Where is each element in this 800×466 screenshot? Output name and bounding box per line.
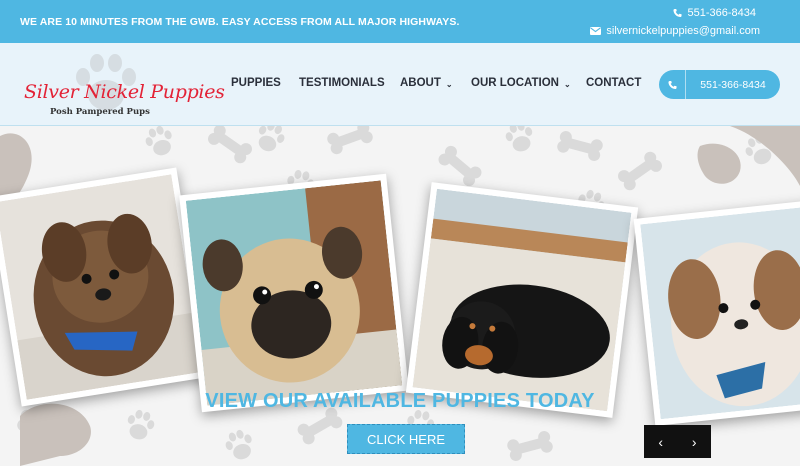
top-email-address: silvernickelpuppies@gmail.com bbox=[606, 25, 760, 37]
nav-item-label: PUPPIES bbox=[231, 77, 281, 89]
chevron-down-icon: ⌄ bbox=[445, 79, 453, 89]
site-header: Silver Nickel Puppies Posh Pampered Pups… bbox=[0, 43, 800, 126]
call-button[interactable]: 551-366-8434 bbox=[659, 70, 780, 99]
nav-item-label: CONTACT bbox=[586, 77, 642, 89]
chevron-right-icon[interactable]: › bbox=[678, 425, 712, 458]
puppy-photo-1 bbox=[0, 167, 210, 407]
phone-icon bbox=[673, 8, 683, 18]
nav-item-about[interactable]: ABOUT ⌄ bbox=[400, 77, 453, 89]
logo-brand-name: Silver Nickel Puppies bbox=[24, 81, 225, 103]
nav-item-testimonials[interactable]: TESTIMONIALS bbox=[299, 77, 385, 89]
phone-icon bbox=[659, 70, 686, 99]
top-phone-number: 551-366-8434 bbox=[687, 7, 756, 19]
top-info-bar: WE ARE 10 MINUTES FROM THE GWB. EASY ACC… bbox=[0, 0, 800, 43]
puppy-photo-2 bbox=[179, 173, 409, 413]
top-email-link[interactable]: silvernickelpuppies@gmail.com bbox=[590, 25, 760, 37]
top-phone-link[interactable]: 551-366-8434 bbox=[673, 7, 756, 19]
puppy-photo-3 bbox=[405, 182, 639, 418]
logo-tagline: Posh Pampered Pups bbox=[50, 107, 150, 117]
site-logo[interactable]: Silver Nickel Puppies Posh Pampered Pups bbox=[18, 51, 225, 117]
envelope-icon bbox=[590, 27, 602, 35]
nav-item-our-location[interactable]: OUR LOCATION ⌄ bbox=[471, 77, 571, 89]
nav-item-label: ABOUT bbox=[400, 77, 441, 89]
nav-item-puppies[interactable]: PUPPIES bbox=[231, 77, 281, 89]
chevron-left-icon[interactable]: ‹ bbox=[644, 425, 678, 458]
nav-item-label: OUR LOCATION bbox=[471, 77, 559, 89]
click-here-button[interactable]: CLICK HERE bbox=[347, 424, 465, 454]
chevron-down-icon: ⌄ bbox=[563, 79, 571, 89]
call-button-number: 551-366-8434 bbox=[700, 78, 766, 91]
hero-headline: VIEW OUR AVAILABLE PUPPIES TODAY bbox=[205, 390, 595, 412]
hero-slider: VIEW OUR AVAILABLE PUPPIES TODAY CLICK H… bbox=[0, 126, 800, 466]
slider-controls: ‹ › bbox=[644, 425, 711, 458]
promo-text: WE ARE 10 MINUTES FROM THE GWB. EASY ACC… bbox=[20, 16, 460, 28]
nav-item-label: TESTIMONIALS bbox=[299, 77, 385, 89]
nav-item-contact[interactable]: CONTACT bbox=[586, 77, 641, 89]
